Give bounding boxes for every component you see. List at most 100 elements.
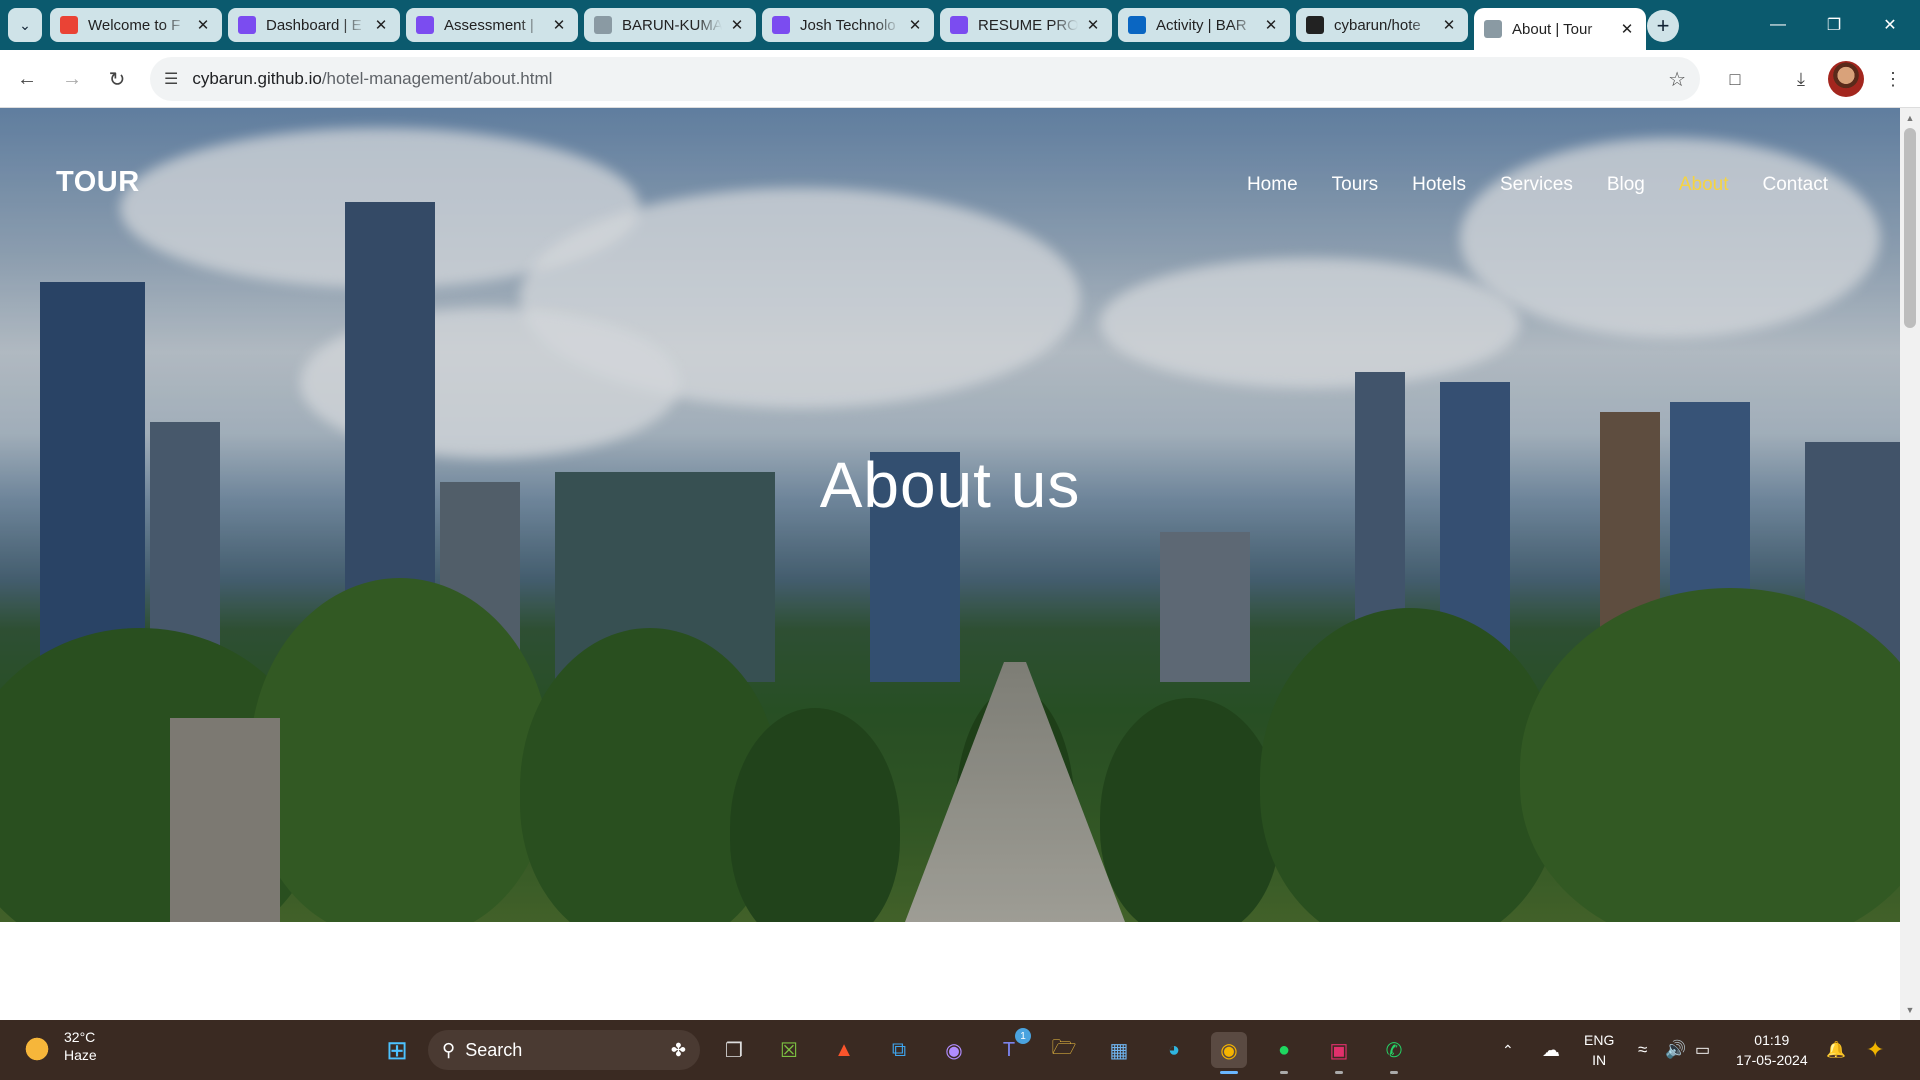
browser-toolbar: ← → ↻ ☰ cybarun.github.io/hotel-manageme…: [0, 50, 1920, 108]
teams-icon[interactable]: T1: [991, 1028, 1031, 1068]
puzzle-icon: □: [1729, 68, 1741, 89]
restore-icon: ❐: [1826, 17, 1842, 34]
tab-title: Welcome to F: [88, 16, 181, 34]
unstop-icon: [238, 16, 256, 34]
bookmark-star-icon[interactable]: ☆: [1668, 67, 1686, 92]
spotify-icon[interactable]: ●: [1266, 1032, 1302, 1074]
tab-title: Activity | BAR: [1156, 16, 1247, 34]
browser-tab[interactable]: Welcome to F ✕: [50, 8, 222, 42]
show-hidden-icons-button[interactable]: ⌃: [1502, 1020, 1514, 1080]
close-tab-icon[interactable]: ✕: [1440, 16, 1458, 34]
kebab-menu-icon: ⋮: [1884, 68, 1902, 89]
language-indicator[interactable]: ENG IN: [1584, 1030, 1614, 1070]
unstop-icon: [416, 16, 434, 34]
task-view-icon[interactable]: ❐: [716, 1032, 752, 1068]
site-navigation: Home Tours Hotels Services Blog About Contact: [1247, 174, 1828, 196]
tab-search-button[interactable]: ⌄: [8, 8, 42, 42]
whatsapp-icon[interactable]: ✆: [1376, 1032, 1412, 1074]
brave-icon[interactable]: ▲: [826, 1032, 862, 1068]
browser-tab[interactable]: Assessment | ✕: [406, 8, 578, 42]
restore-button[interactable]: ❐: [1806, 0, 1862, 50]
minimize-button[interactable]: —: [1750, 0, 1806, 50]
close-tab-icon[interactable]: ✕: [372, 16, 390, 34]
scroll-up-icon[interactable]: ▲: [1904, 112, 1916, 124]
close-tab-icon[interactable]: ✕: [1618, 20, 1636, 38]
browser-tab[interactable]: Activity | BAR ✕: [1118, 8, 1290, 42]
close-window-button[interactable]: ✕: [1862, 0, 1918, 50]
site-info-icon[interactable]: ☰: [164, 69, 178, 89]
tab-title: About | Tour: [1512, 20, 1593, 38]
taskbar-search[interactable]: ⚲ Search ✤: [428, 1030, 700, 1070]
file-explorer-icon[interactable]: 🗁: [1046, 1032, 1082, 1068]
browser-tab[interactable]: Dashboard | E ✕: [228, 8, 400, 42]
language-code: ENG: [1584, 1032, 1615, 1048]
url-path: /hotel-management/about.html: [321, 69, 553, 88]
forward-arrow-icon: →: [62, 67, 82, 90]
address-bar[interactable]: ☰ cybarun.github.io/hotel-management/abo…: [150, 57, 1700, 101]
unstop-icon: [772, 16, 790, 34]
tab-title: Dashboard | E: [266, 16, 362, 34]
onedrive-icon[interactable]: ☁: [1542, 1020, 1560, 1080]
browser-tab[interactable]: Josh Technolo ✕: [762, 8, 934, 42]
wifi-icon[interactable]: ≈: [1638, 1020, 1647, 1080]
web-page: TOUR Home Tours Hotels Services Blog About Con…: [0, 108, 1920, 1020]
close-tab-icon[interactable]: ✕: [1084, 16, 1102, 34]
site-logo[interactable]: TOUR: [56, 166, 140, 199]
close-tab-icon[interactable]: ✕: [194, 16, 212, 34]
downloads-button[interactable]: ⤓: [1784, 62, 1818, 96]
close-tab-icon[interactable]: ✕: [906, 16, 924, 34]
windows-start-icon[interactable]: ⊞: [379, 1032, 415, 1068]
chrome-icon[interactable]: ◉: [1211, 1032, 1247, 1074]
volume-icon[interactable]: 🔊: [1665, 1020, 1686, 1080]
nav-link-tours[interactable]: Tours: [1332, 174, 1378, 196]
close-tab-icon[interactable]: ✕: [1262, 16, 1280, 34]
browser-title-bar: ⌄ Welcome to F ✕ Dashboard | E ✕ Assessment …: [0, 0, 1920, 50]
nav-link-blog[interactable]: Blog: [1607, 174, 1645, 196]
close-tab-icon[interactable]: ✕: [728, 16, 746, 34]
extensions-button[interactable]: □: [1718, 62, 1752, 96]
tab-title: Josh Technolo: [800, 16, 896, 34]
running-app-indicator: [1335, 1071, 1343, 1074]
url-host: cybarun.github.io: [192, 69, 322, 88]
nav-link-hotels[interactable]: Hotels: [1412, 174, 1466, 196]
nav-link-home[interactable]: Home: [1247, 174, 1298, 196]
github-icon: [1306, 16, 1324, 34]
close-tab-icon[interactable]: ✕: [550, 16, 568, 34]
weather-widget[interactable]: 32°C Haze: [20, 1028, 97, 1064]
instagram-icon[interactable]: ▣: [1321, 1032, 1357, 1074]
system-clock[interactable]: 01:19 17-05-2024: [1736, 1030, 1808, 1070]
edge-icon[interactable]: ◕: [1156, 1032, 1192, 1068]
nav-link-services[interactable]: Services: [1500, 174, 1573, 196]
back-button[interactable]: ←: [10, 62, 44, 96]
back-arrow-icon: ←: [17, 67, 37, 90]
reload-button[interactable]: ↻: [100, 62, 134, 96]
proton-icon[interactable]: ◉: [936, 1032, 972, 1068]
active-app-indicator: [1220, 1071, 1238, 1074]
notification-bell-icon[interactable]: 🔔: [1826, 1020, 1846, 1080]
browser-tab[interactable]: RESUME PRO ✕: [940, 8, 1112, 42]
ms-store-icon[interactable]: ▦: [1101, 1032, 1137, 1068]
clock-date: 17-05-2024: [1736, 1052, 1808, 1068]
page-scrollbar[interactable]: ▲ ▼: [1900, 108, 1920, 1020]
browser-tab[interactable]: BARUN-KUMAR ✕: [584, 8, 756, 42]
profile-avatar[interactable]: [1828, 61, 1864, 97]
copilot-icon[interactable]: ✦: [1866, 1020, 1884, 1080]
new-tab-button[interactable]: +: [1647, 10, 1679, 42]
chevron-down-icon: ⌄: [19, 16, 31, 33]
gmail-icon: [60, 16, 78, 34]
teams-notification-badge: 1: [1015, 1028, 1031, 1044]
nav-link-contact[interactable]: Contact: [1763, 174, 1828, 196]
xbox-icon[interactable]: ☒: [771, 1032, 807, 1068]
nav-link-about[interactable]: About: [1679, 174, 1729, 196]
battery-icon[interactable]: ▭: [1695, 1020, 1710, 1080]
scroll-thumb[interactable]: [1904, 128, 1916, 328]
active-browser-tab[interactable]: About | Tour ✕: [1474, 8, 1646, 50]
scroll-down-icon[interactable]: ▼: [1904, 1004, 1916, 1016]
region-code: IN: [1592, 1052, 1607, 1068]
vscode-icon[interactable]: ⧉: [881, 1032, 917, 1068]
browser-tab[interactable]: cybarun/hote ✕: [1296, 8, 1468, 42]
forward-button[interactable]: →: [55, 62, 89, 96]
reload-icon: ↻: [108, 68, 126, 91]
weather-condition: Haze: [64, 1047, 97, 1063]
browser-menu-button[interactable]: ⋮: [1876, 62, 1910, 96]
